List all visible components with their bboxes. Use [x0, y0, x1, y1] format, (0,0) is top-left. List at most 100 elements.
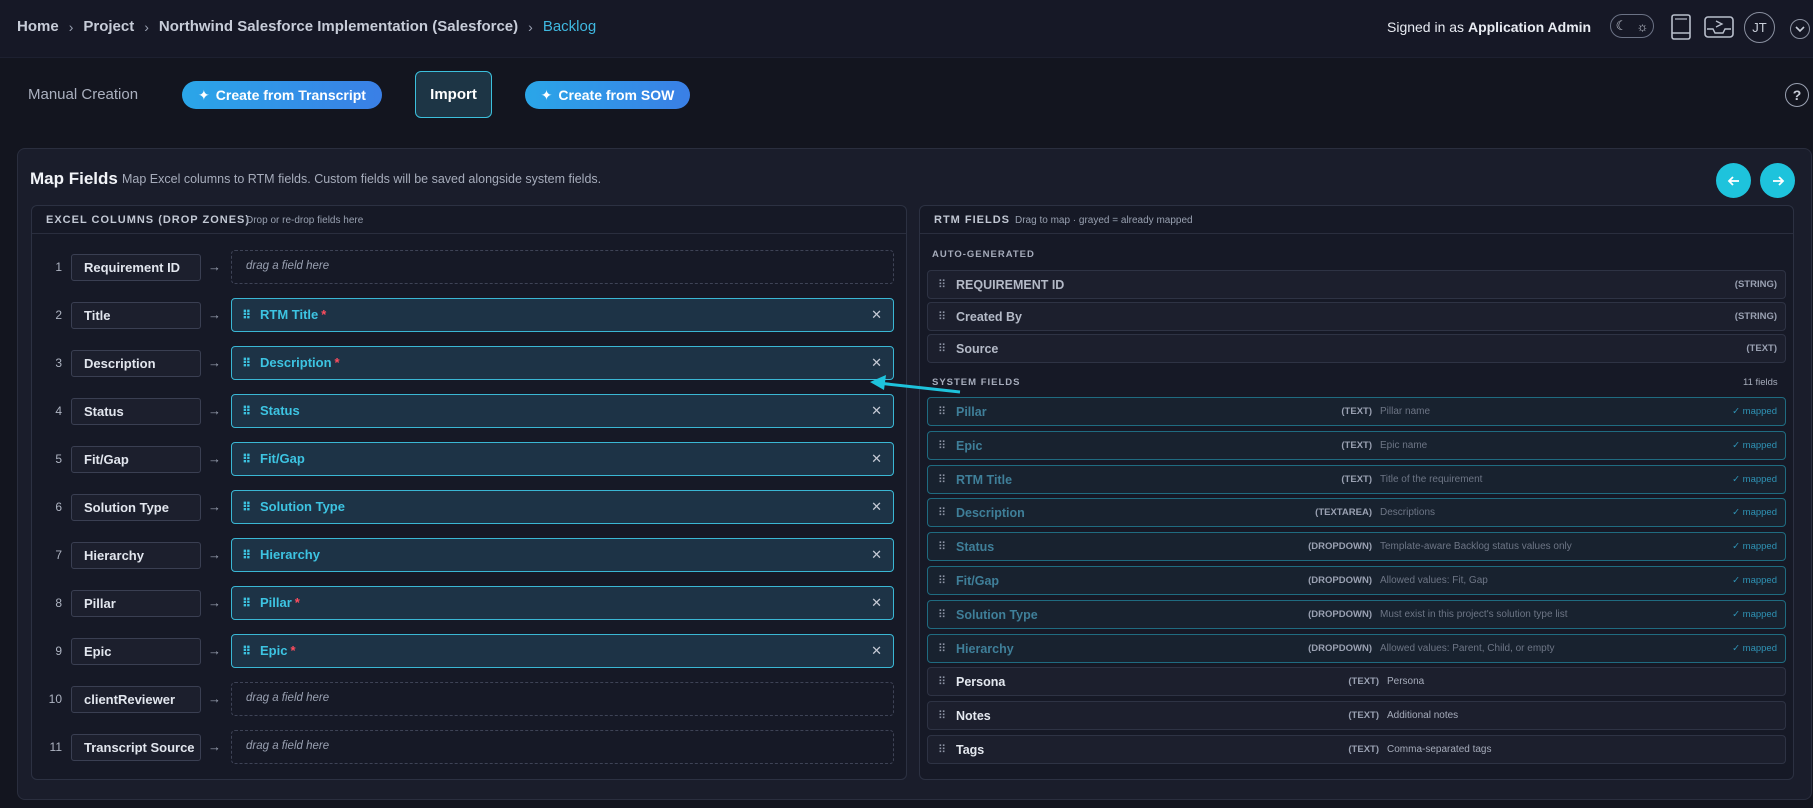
mapped-field-label: Pillar: [260, 595, 292, 610]
create-from-transcript-label: Create from Transcript: [215, 87, 366, 103]
rtm-field-item[interactable]: ⠿ RTM Title (TEXT) Title of the requirement…: [927, 464, 1786, 494]
rtm-field-item[interactable]: ⠿ Tags (TEXT) Comma-separated tags: [927, 735, 1786, 764]
import-button[interactable]: Import: [415, 71, 492, 118]
drag-handle-icon[interactable]: ⠿: [938, 540, 946, 553]
excel-column-label: Epic: [71, 638, 201, 665]
drag-handle-icon[interactable]: ⠿: [242, 443, 251, 475]
rtm-field-item[interactable]: ⠿ Persona (TEXT) Persona: [927, 667, 1786, 697]
drag-handle-icon[interactable]: ⠿: [938, 574, 946, 587]
rtm-field-item[interactable]: ⠿ Status (DROPDOWN) Template-aware Backlog …: [927, 532, 1786, 562]
drag-handle-icon[interactable]: ⠿: [242, 539, 251, 571]
previous-step-button[interactable]: [1716, 163, 1751, 198]
book-icon[interactable]: [1666, 12, 1696, 42]
drag-handle-icon[interactable]: ⠿: [938, 608, 946, 621]
row-number: 6: [55, 500, 62, 514]
drop-zone-empty[interactable]: drag a field here: [231, 682, 894, 716]
drag-handle-icon[interactable]: ⠿: [938, 439, 946, 452]
excel-column-label: Title: [71, 302, 201, 329]
rtm-field-description: Descriptions: [1380, 507, 1436, 519]
drag-handle-icon[interactable]: ⠿: [938, 743, 946, 756]
close-icon[interactable]: ✕: [871, 587, 882, 619]
close-icon[interactable]: ✕: [871, 539, 882, 571]
drop-zone-filled[interactable]: ⠿ Solution Type ✕: [231, 490, 894, 524]
next-step-button[interactable]: [1760, 163, 1795, 198]
close-icon[interactable]: ✕: [871, 491, 882, 523]
avatar[interactable]: JT: [1744, 12, 1775, 43]
excel-column-label: Pillar: [71, 590, 201, 617]
rtm-field-item[interactable]: ⠿ Solution Type (DROPDOWN) Must exist in th…: [927, 599, 1786, 629]
drop-zone-filled[interactable]: ⠿ Fit/Gap ✕: [231, 442, 894, 476]
row-number: 10: [48, 692, 62, 706]
user-name: Application Admin: [1467, 19, 1592, 35]
drag-handle-icon[interactable]: ⠿: [242, 347, 251, 379]
breadcrumb-home[interactable]: Home: [17, 18, 59, 35]
row-number: 5: [55, 452, 62, 466]
mapped-field-label: Fit/Gap: [260, 451, 305, 466]
drag-handle-icon[interactable]: ⠿: [938, 506, 946, 519]
drop-zone-empty[interactable]: drag a field here: [231, 730, 894, 764]
rtm-field-item[interactable]: ⠿ Fit/Gap (DROPDOWN) Allowed values: Fit, G…: [927, 566, 1786, 595]
drag-handle-icon[interactable]: ⠿: [938, 342, 946, 355]
row-number: 1: [55, 260, 62, 274]
drag-handle-icon[interactable]: ⠿: [938, 473, 946, 486]
rtm-field-name: Persona: [956, 675, 1006, 690]
drag-handle-icon[interactable]: ⠿: [938, 278, 946, 291]
arrow-right-icon: →: [208, 307, 221, 322]
arrow-right-icon: →: [208, 643, 221, 658]
drop-zone-empty[interactable]: drag a field here: [231, 250, 894, 284]
close-icon[interactable]: ✕: [871, 299, 882, 331]
rtm-field-item[interactable]: ⠿ Source (TEXT): [927, 334, 1786, 363]
rtm-field-type: (TEXT): [1341, 473, 1372, 485]
close-icon[interactable]: ✕: [871, 443, 882, 475]
breadcrumb-separator-icon: ›: [144, 18, 149, 35]
drop-zone-filled[interactable]: ⠿ Pillar * ✕: [231, 586, 894, 620]
drag-handle-icon[interactable]: ⠿: [242, 587, 251, 619]
chevron-down-icon[interactable]: [1790, 19, 1810, 39]
rtm-field-item[interactable]: ⠿ Epic (TEXT) Epic name ✓ mapped: [927, 430, 1786, 460]
help-icon[interactable]: ?: [1785, 83, 1809, 107]
arrow-left-icon: [1727, 175, 1739, 186]
rtm-field-type: (TEXTAREA): [1315, 507, 1372, 519]
rtm-field-description: Pillar name: [1380, 406, 1431, 417]
rtm-field-name: Description: [956, 506, 1025, 521]
drag-handle-icon[interactable]: ⠿: [938, 310, 946, 323]
drop-zone-filled[interactable]: ⠿ Description * ✕: [231, 346, 894, 380]
sparkle-icon: ✦: [198, 86, 210, 103]
breadcrumb-current: Backlog: [542, 18, 597, 35]
moon-icon: ☾: [1615, 18, 1628, 33]
drag-indicator-arrow-icon: [870, 375, 961, 394]
create-from-transcript-button[interactable]: ✦ Create from Transcript: [182, 81, 382, 109]
drag-handle-icon[interactable]: ⠿: [242, 395, 251, 427]
drop-zone-filled[interactable]: ⠿ RTM Title * ✕: [231, 298, 894, 332]
rtm-field-item[interactable]: ⠿ Description (TEXTAREA) Descriptions ✓ mapp…: [927, 498, 1786, 528]
drag-handle-icon[interactable]: ⠿: [938, 642, 946, 655]
arrow-right-icon: →: [208, 355, 221, 370]
rtm-field-item[interactable]: ⠿ Hierarchy (DROPDOWN) Allowed values: Pare…: [927, 633, 1786, 663]
inbox-icon[interactable]: [1704, 12, 1734, 42]
drop-zone-filled[interactable]: ⠿ Hierarchy ✕: [231, 538, 894, 572]
excel-column-label: Requirement ID: [71, 254, 201, 281]
breadcrumb-project-name[interactable]: Northwind Salesforce Implementation (Sal…: [159, 18, 518, 35]
create-from-sow-button[interactable]: ✦ Create from SOW: [525, 81, 690, 109]
rtm-field-description: Template-aware Backlog status values onl…: [1380, 541, 1572, 553]
rtm-field-item[interactable]: ⠿ REQUIREMENT ID (STRING): [927, 270, 1786, 299]
top-bar: Home › Project › Northwind Salesforce Im…: [0, 0, 1813, 58]
drop-zone-filled[interactable]: ⠿ Status ✕: [231, 394, 894, 428]
breadcrumb-project[interactable]: Project: [83, 18, 134, 35]
drag-handle-icon[interactable]: ⠿: [242, 299, 251, 331]
rtm-field-item[interactable]: ⠿ Pillar (TEXT) Pillar name ✓ mapped: [927, 397, 1786, 426]
drag-handle-icon[interactable]: ⠿: [938, 675, 946, 688]
drop-zone-filled[interactable]: ⠿ Epic * ✕: [231, 634, 894, 668]
rtm-field-description: Allowed values: Parent, Child, or empty: [1380, 642, 1555, 654]
theme-toggle[interactable]: ☾ ☼: [1610, 14, 1654, 38]
drag-handle-icon[interactable]: ⠿: [242, 491, 251, 523]
drag-handle-icon[interactable]: ⠿: [242, 635, 251, 667]
drag-handle-icon[interactable]: ⠿: [938, 709, 946, 722]
rtm-field-item[interactable]: ⠿ Created By (STRING): [927, 302, 1786, 331]
rtm-field-item[interactable]: ⠿ Notes (TEXT) Additional notes: [927, 701, 1786, 731]
close-icon[interactable]: ✕: [871, 635, 882, 667]
excel-column-label: Transcript Source: [71, 734, 201, 761]
manual-creation-tab[interactable]: Manual Creation: [28, 86, 138, 103]
mapped-field-label: Status: [260, 403, 300, 418]
create-from-sow-label: Create from SOW: [558, 87, 675, 103]
